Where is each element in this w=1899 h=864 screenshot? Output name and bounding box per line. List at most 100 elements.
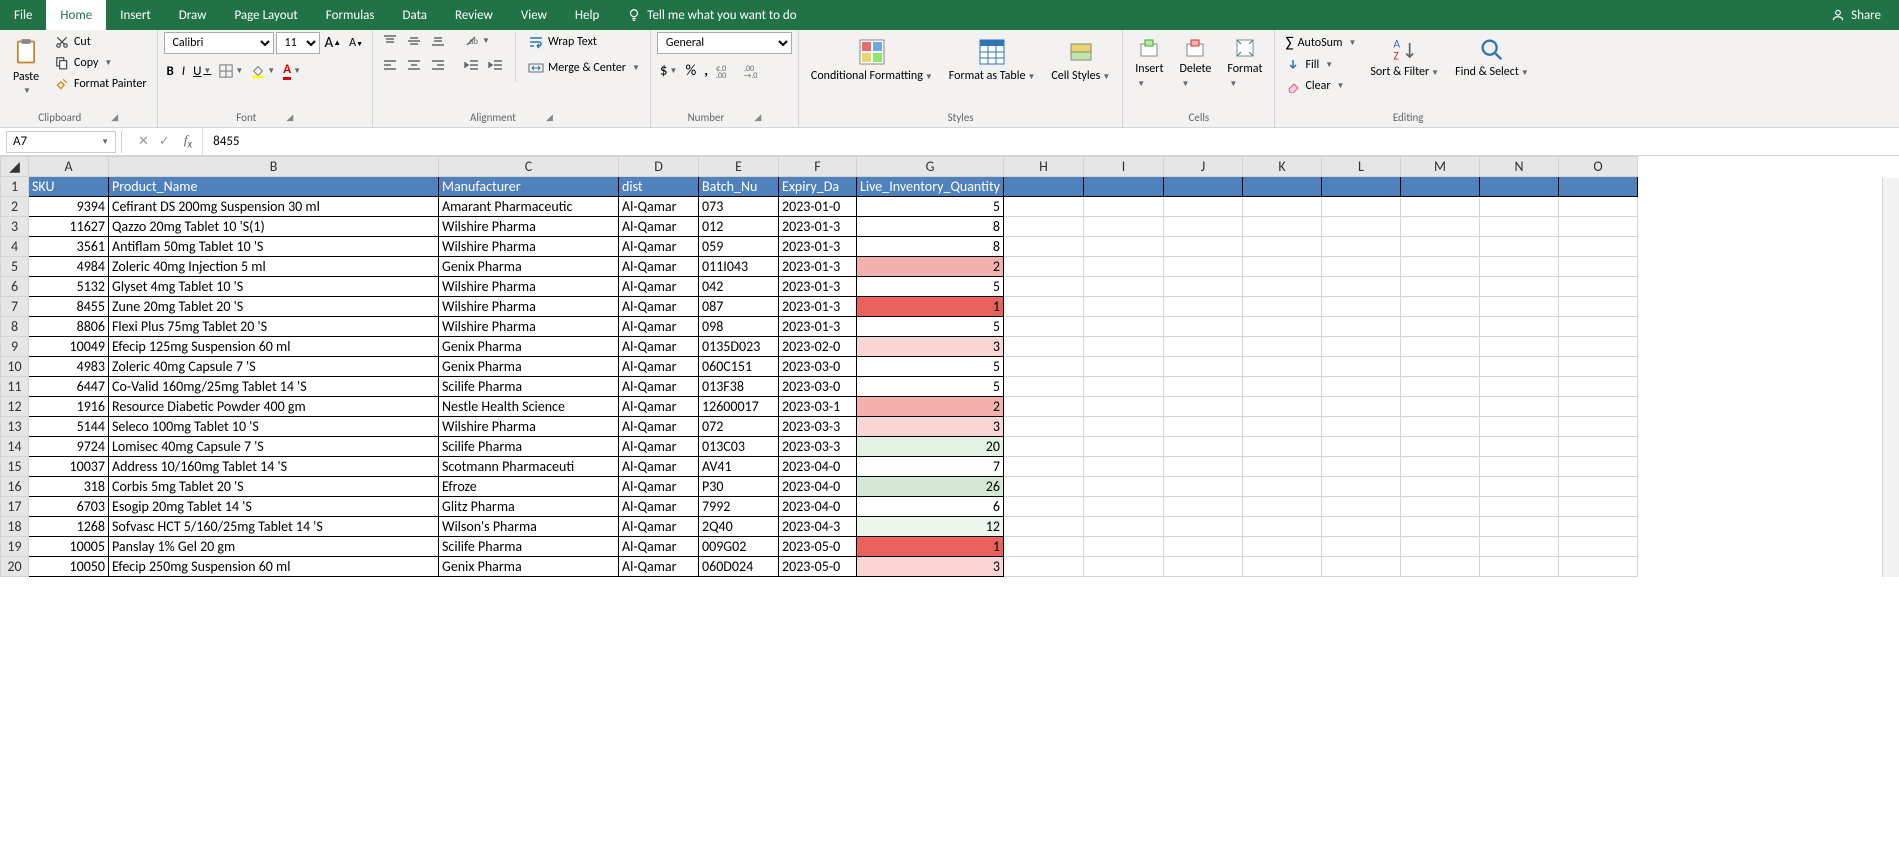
cell[interactable] — [1321, 337, 1400, 357]
cell[interactable]: Efroze — [439, 477, 619, 497]
accounting-button[interactable]: $▼ — [657, 60, 681, 82]
cell[interactable]: Al-Qamar — [619, 357, 699, 377]
cell[interactable]: Scilife Pharma — [439, 537, 619, 557]
cell[interactable]: Al-Qamar — [619, 297, 699, 317]
insert-button[interactable]: Insert▼ — [1129, 32, 1169, 94]
cell[interactable]: 013C03 — [699, 437, 779, 457]
cell[interactable] — [1242, 217, 1321, 237]
cell[interactable]: 2023-04-0 — [779, 457, 857, 477]
dialog-launcher-icon[interactable]: ◢ — [754, 112, 761, 123]
cell[interactable]: 26 — [857, 477, 1004, 497]
cell[interactable] — [1479, 277, 1558, 297]
tab-data[interactable]: Data — [389, 0, 442, 30]
cell[interactable]: Al-Qamar — [619, 397, 699, 417]
comma-button[interactable]: , — [701, 60, 711, 82]
cell[interactable]: Al-Qamar — [619, 497, 699, 517]
cell[interactable] — [1400, 457, 1479, 477]
cell[interactable]: Genix Pharma — [439, 337, 619, 357]
tab-page-layout[interactable]: Page Layout — [220, 0, 311, 30]
cell[interactable]: Al-Qamar — [619, 257, 699, 277]
cell[interactable] — [1558, 297, 1637, 317]
cell[interactable] — [1003, 457, 1083, 477]
cell[interactable] — [1558, 557, 1637, 577]
cell[interactable]: Panslay 1% Gel 20 gm — [109, 537, 439, 557]
row-header-13[interactable]: 13 — [1, 417, 29, 437]
cell[interactable]: Scotmann Pharmaceuti — [439, 457, 619, 477]
cell[interactable]: 1 — [857, 537, 1004, 557]
cell[interactable] — [1163, 457, 1242, 477]
format-as-table-button[interactable]: Format as Table▼ — [943, 32, 1042, 87]
cell[interactable]: 1 — [857, 297, 1004, 317]
cell[interactable]: Al-Qamar — [619, 377, 699, 397]
row-header-14[interactable]: 14 — [1, 437, 29, 457]
cell[interactable] — [1479, 477, 1558, 497]
font-size-combo[interactable]: 11 — [276, 32, 320, 54]
col-header-J[interactable]: J — [1163, 157, 1242, 177]
cell[interactable]: 2023-01-3 — [779, 237, 857, 257]
cell[interactable] — [1083, 397, 1163, 417]
cell[interactable] — [1003, 317, 1083, 337]
cell[interactable] — [1400, 357, 1479, 377]
row-header-11[interactable]: 11 — [1, 377, 29, 397]
cell-styles-button[interactable]: Cell Styles▼ — [1045, 32, 1116, 87]
cell[interactable]: 6447 — [29, 377, 109, 397]
cell[interactable]: 3561 — [29, 237, 109, 257]
cell[interactable] — [1163, 557, 1242, 577]
clear-button[interactable]: Clear▼ — [1281, 76, 1360, 96]
cell[interactable] — [1400, 477, 1479, 497]
cell[interactable]: 6 — [857, 497, 1004, 517]
select-all-corner[interactable]: ◢ — [1, 157, 29, 177]
cell[interactable] — [1321, 557, 1400, 577]
cell[interactable] — [1400, 297, 1479, 317]
cell[interactable]: 2023-05-0 — [779, 557, 857, 577]
cell[interactable] — [1400, 197, 1479, 217]
cell[interactable] — [1321, 197, 1400, 217]
cell[interactable] — [1479, 317, 1558, 337]
cell[interactable] — [1163, 317, 1242, 337]
cell[interactable]: Scilife Pharma — [439, 437, 619, 457]
row-header-3[interactable]: 3 — [1, 217, 29, 237]
cell[interactable]: Qazzo 20mg Tablet 10 'S(1) — [109, 217, 439, 237]
header-cell[interactable]: Product_Name — [109, 177, 439, 197]
cell[interactable]: 9724 — [29, 437, 109, 457]
cell[interactable] — [1479, 517, 1558, 537]
cell[interactable] — [1003, 537, 1083, 557]
cell[interactable]: 20 — [857, 437, 1004, 457]
align-right-button[interactable] — [427, 56, 449, 74]
cell[interactable]: Al-Qamar — [619, 417, 699, 437]
cell[interactable]: Genix Pharma — [439, 557, 619, 577]
cell[interactable]: 12 — [857, 517, 1004, 537]
row-header-16[interactable]: 16 — [1, 477, 29, 497]
cell[interactable] — [1479, 397, 1558, 417]
tab-home[interactable]: Home — [46, 0, 106, 30]
header-cell[interactable] — [1083, 177, 1163, 197]
cell[interactable] — [1400, 397, 1479, 417]
cell[interactable] — [1400, 257, 1479, 277]
cell[interactable]: Zune 20mg Tablet 20 'S — [109, 297, 439, 317]
cell[interactable] — [1163, 337, 1242, 357]
cell[interactable]: 2023-01-3 — [779, 257, 857, 277]
cell[interactable]: Lomisec 40mg Capsule 7 'S — [109, 437, 439, 457]
copy-button[interactable]: Copy▼ — [50, 53, 151, 73]
cell[interactable]: Genix Pharma — [439, 357, 619, 377]
row-header-17[interactable]: 17 — [1, 497, 29, 517]
cell[interactable]: Esogip 20mg Tablet 14 'S — [109, 497, 439, 517]
cell[interactable]: 12600017 — [699, 397, 779, 417]
cell[interactable]: Al-Qamar — [619, 237, 699, 257]
cell[interactable] — [1558, 477, 1637, 497]
align-left-button[interactable] — [379, 56, 401, 74]
cell[interactable] — [1083, 417, 1163, 437]
cell[interactable] — [1321, 297, 1400, 317]
cell[interactable]: 060D024 — [699, 557, 779, 577]
cell[interactable]: 3 — [857, 557, 1004, 577]
cell[interactable] — [1558, 437, 1637, 457]
vertical-scrollbar[interactable] — [1882, 178, 1899, 577]
cell[interactable]: Al-Qamar — [619, 277, 699, 297]
col-header-I[interactable]: I — [1083, 157, 1163, 177]
cell[interactable]: 318 — [29, 477, 109, 497]
row-header-18[interactable]: 18 — [1, 517, 29, 537]
cell[interactable] — [1163, 437, 1242, 457]
cell[interactable] — [1400, 417, 1479, 437]
align-center-button[interactable] — [403, 56, 425, 74]
cell[interactable] — [1479, 217, 1558, 237]
